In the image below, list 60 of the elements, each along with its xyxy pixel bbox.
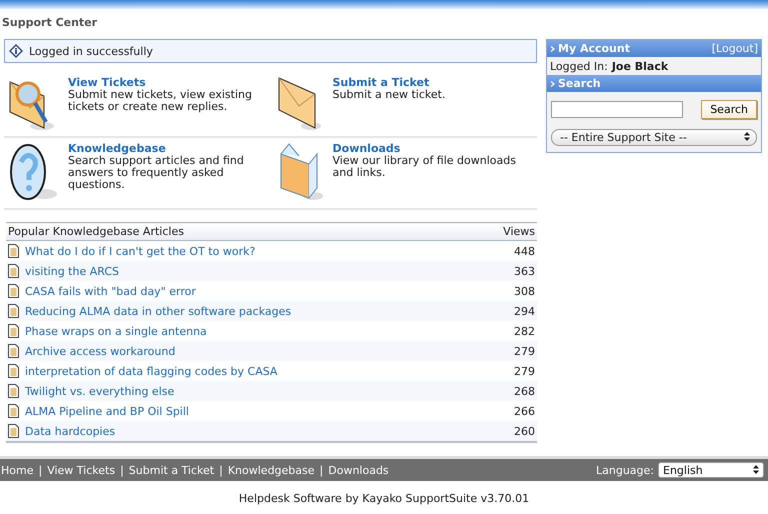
scope-dropdown[interactable]: -- Entire Support Site -- bbox=[551, 129, 757, 146]
view-count: 260 bbox=[478, 421, 537, 442]
document-icon bbox=[8, 364, 19, 378]
stepper-arrows-icon bbox=[753, 464, 759, 474]
document-icon bbox=[8, 284, 19, 298]
search-field[interactable] bbox=[551, 101, 683, 118]
article-link[interactable]: visiting the ARCS bbox=[25, 264, 120, 278]
section-link[interactable]: Submit a Ticket bbox=[332, 76, 446, 89]
article-link[interactable]: interpretation of data flagging codes by CASA bbox=[25, 364, 278, 378]
chevron-icon bbox=[550, 46, 555, 52]
logout-link[interactable]: [Logout] bbox=[712, 42, 758, 55]
view-count: 363 bbox=[478, 261, 537, 281]
document-icon bbox=[8, 244, 19, 258]
view-count: 268 bbox=[478, 381, 537, 401]
article-link[interactable]: CASA fails with "bad day" error bbox=[25, 284, 196, 298]
column-header: Popular Knowledgebase Articles bbox=[6, 222, 478, 240]
view-count: 279 bbox=[478, 361, 537, 381]
article-link[interactable]: Data hardcopies bbox=[25, 424, 116, 438]
column-header: Views bbox=[478, 222, 537, 240]
section-link[interactable]: Downloads bbox=[332, 142, 533, 155]
view-count: 279 bbox=[478, 341, 537, 361]
panel-title: My Account bbox=[558, 42, 630, 55]
separator: | bbox=[320, 464, 324, 476]
search-button[interactable]: Search bbox=[701, 100, 757, 119]
document-icon bbox=[8, 324, 19, 338]
view-count: 266 bbox=[478, 401, 537, 421]
article-link[interactable]: ALMA Pipeline and BP Oil Spill bbox=[25, 404, 189, 418]
info-icon bbox=[9, 44, 23, 58]
view-count: 294 bbox=[478, 301, 537, 321]
footer-link[interactable]: Home bbox=[1, 464, 34, 476]
question-mark-icon bbox=[8, 142, 60, 202]
section-description: Search support articles and find answers to frequently asked questions. bbox=[68, 155, 245, 191]
view-count: 308 bbox=[478, 281, 537, 301]
chevron-icon bbox=[550, 80, 555, 86]
separator: | bbox=[120, 464, 124, 476]
footer-link[interactable]: Downloads bbox=[328, 464, 389, 476]
separator: | bbox=[219, 464, 223, 476]
view-count: 448 bbox=[478, 240, 537, 261]
user-name: Joe Black bbox=[612, 60, 668, 72]
language-dropdown[interactable]: English bbox=[658, 462, 764, 478]
article-link[interactable]: Phase wraps on a single antenna bbox=[25, 324, 207, 338]
article-link[interactable]: What do I do if I can't get the OT to work? bbox=[25, 244, 256, 258]
footer-link[interactable]: View Tickets bbox=[47, 464, 116, 476]
section-description: View our library of file downloads and links. bbox=[332, 155, 517, 179]
section-description: Submit a new ticket. bbox=[332, 89, 446, 101]
view-count: 282 bbox=[478, 321, 537, 341]
separator: | bbox=[38, 464, 42, 476]
language-label: Language: bbox=[596, 464, 654, 476]
section-link[interactable]: Knowledgebase bbox=[68, 142, 266, 155]
footer-link[interactable]: Knowledgebase bbox=[228, 464, 315, 476]
notice-text: Logged in successfully bbox=[29, 44, 153, 58]
page-title: Support Center bbox=[1, 15, 98, 31]
footer-link[interactable]: Submit a Ticket bbox=[128, 464, 214, 476]
section-description: Submit new tickets, view existing tickets or create new replies. bbox=[68, 89, 253, 113]
logged-in-label: Logged In: bbox=[550, 60, 608, 72]
stepper-arrows-icon bbox=[744, 132, 750, 141]
credit-text: Helpdesk Software by Kayako SupportSuite v3.70.01 bbox=[238, 491, 530, 505]
panel-title: Search bbox=[558, 77, 601, 90]
document-icon bbox=[8, 404, 19, 418]
section-link[interactable]: View Tickets bbox=[68, 76, 266, 89]
